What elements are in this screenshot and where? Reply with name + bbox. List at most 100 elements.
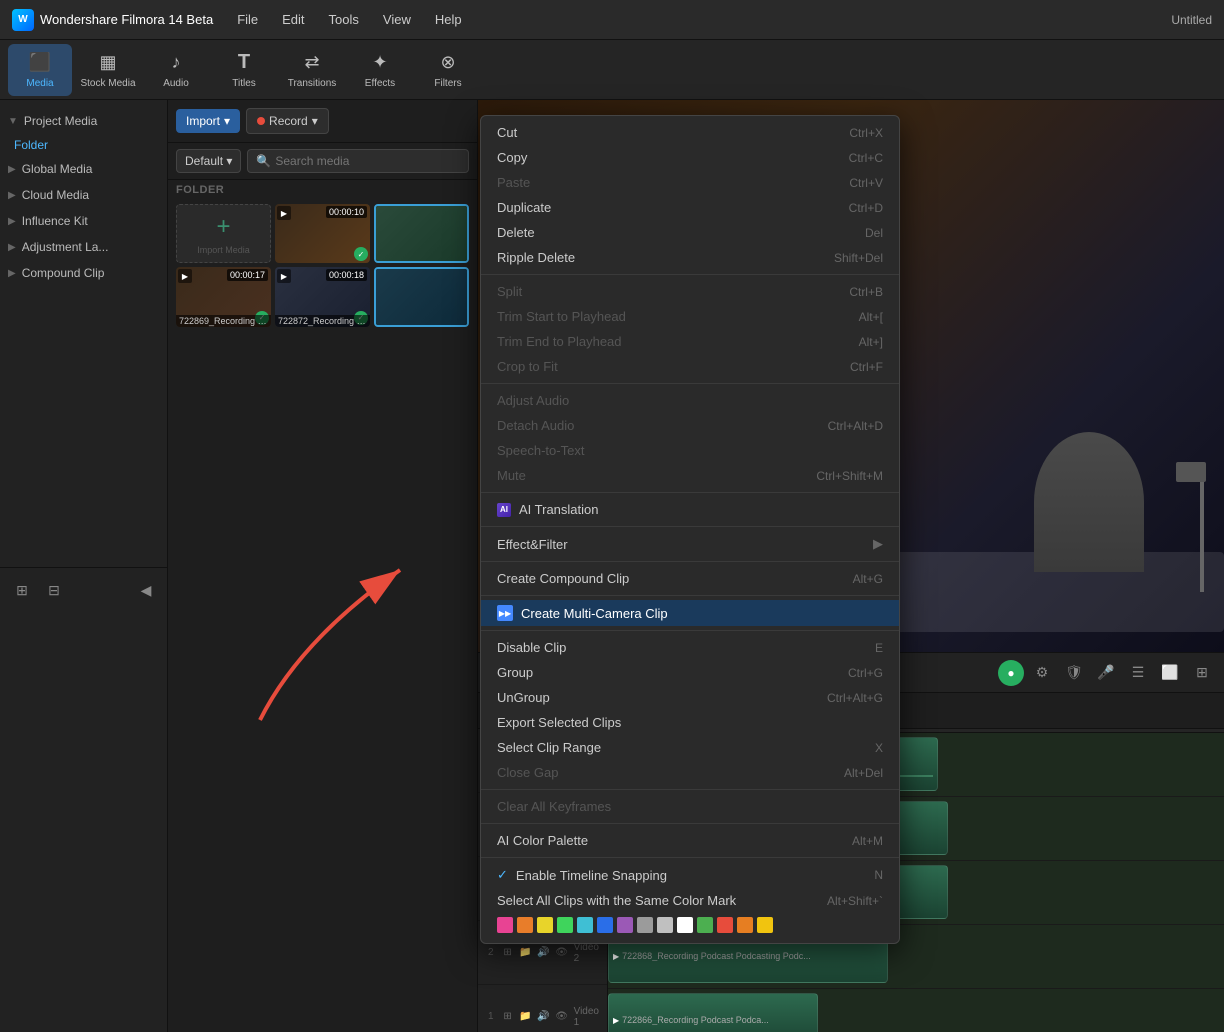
app-logo-icon: W (12, 9, 34, 31)
ctx-enable-snapping[interactable]: ✓ Enable Timeline Snapping N (481, 862, 899, 888)
ctx-ai-color-palette[interactable]: AI Color Palette Alt+M (481, 828, 899, 853)
color-dark-orange[interactable] (737, 917, 753, 933)
ctx-adjust-audio-label: Adjust Audio (497, 393, 569, 408)
playback-btn[interactable]: ● (998, 660, 1024, 686)
ctx-sep3 (481, 492, 899, 493)
ctx-select-range[interactable]: Select Clip Range X (481, 735, 899, 760)
settings-btn[interactable]: ⚙ (1028, 659, 1056, 687)
track-hide-icon-1[interactable]: 👁 (554, 1009, 570, 1025)
ctx-disable-clip[interactable]: Disable Clip E (481, 635, 899, 660)
toolbar-audio[interactable]: ♪ Audio (144, 44, 208, 96)
menu-view[interactable]: View (379, 10, 415, 29)
media-item-clip3[interactable]: 00:00:17 ✓ ▶ 722869_Recording Po... (176, 267, 271, 326)
track-mute-icon-2[interactable]: 🔊 (536, 945, 552, 961)
sidebar-folder-active[interactable]: Folder (0, 134, 167, 156)
ctx-select-same-color[interactable]: Select All Clips with the Same Color Mar… (481, 888, 899, 913)
ctx-effect-filter[interactable]: Effect&Filter ▶ (481, 531, 899, 557)
toolbar-stock-media[interactable]: ▦ Stock Media (76, 44, 140, 96)
track-mute-icon-1[interactable]: 🔊 (536, 1009, 552, 1025)
sidebar-item-compound-clip[interactable]: ▶ Compound Clip (0, 260, 167, 286)
ctx-trim-end-shortcut: Alt+] (859, 335, 883, 349)
color-blue[interactable] (597, 917, 613, 933)
sidebar-collapse-btn[interactable]: ◀ (132, 576, 160, 604)
clip-v1[interactable]: ▶ 722866_Recording Podcast Podca... (608, 993, 818, 1032)
ctx-mute: Mute Ctrl+Shift+M (481, 463, 899, 488)
search-box[interactable]: 🔍 (247, 149, 469, 173)
default-select[interactable]: Default ▾ (176, 149, 241, 173)
mic-btn[interactable]: 🎤 (1092, 659, 1120, 687)
search-input[interactable] (275, 154, 460, 168)
expand-icon: ▼ (8, 116, 18, 127)
media-item-clip4[interactable]: 00:00:18 ✓ ▶ 722872_Recording Po... (275, 267, 370, 326)
color-white[interactable] (677, 917, 693, 933)
color-silver[interactable] (657, 917, 673, 933)
ctx-delete[interactable]: Delete Del (481, 220, 899, 245)
menu-edit[interactable]: Edit (278, 10, 308, 29)
ctx-disable-clip-shortcut: E (875, 641, 883, 655)
color-yellow[interactable] (537, 917, 553, 933)
track-add-icon-2[interactable]: ⊞ (500, 945, 516, 961)
ctx-create-multicam[interactable]: ▶▶ Create Multi-Camera Clip (481, 600, 899, 626)
import-button[interactable]: Import ▾ (176, 109, 240, 133)
ctx-duplicate[interactable]: Duplicate Ctrl+D (481, 195, 899, 220)
shield-btn[interactable]: 🛡 (1060, 659, 1088, 687)
clip3-type-icon: ▶ (178, 269, 192, 283)
sidebar-item-cloud-media[interactable]: ▶ Cloud Media (0, 182, 167, 208)
ctx-ai-color-palette-label: AI Color Palette (497, 833, 588, 848)
media-item-clip2-partial[interactable] (374, 204, 469, 263)
toolbar-media[interactable]: ⬛ Media (8, 44, 72, 96)
ctx-create-compound[interactable]: Create Compound Clip Alt+G (481, 566, 899, 591)
ctx-copy[interactable]: Copy Ctrl+C (481, 145, 899, 170)
ctx-split-label: Split (497, 284, 522, 299)
ctx-clear-keyframes: Clear All Keyframes (481, 794, 899, 819)
ctx-ai-translation[interactable]: AI AI Translation (481, 497, 899, 522)
sidebar-bottom-btn2[interactable]: ⊟ (40, 576, 68, 604)
ctx-ungroup[interactable]: UnGroup Ctrl+Alt+G (481, 685, 899, 710)
color-purple[interactable] (617, 917, 633, 933)
media-filters: Default ▾ 🔍 (168, 143, 477, 180)
screen-rec-btn[interactable]: ⬜ (1156, 659, 1184, 687)
track-folder-icon-2[interactable]: 📁 (518, 945, 534, 961)
track-hide-icon-2[interactable]: 👁 (554, 945, 570, 961)
menu-file[interactable]: File (233, 10, 262, 29)
toolbar-titles[interactable]: T Titles (212, 44, 276, 96)
color-gray[interactable] (637, 917, 653, 933)
more-btn[interactable]: ⊞ (1188, 659, 1216, 687)
record-button[interactable]: Record ▾ (246, 108, 329, 134)
media-panel-toolbar: Import ▾ Record ▾ (168, 100, 477, 143)
menu-help[interactable]: Help (431, 10, 466, 29)
ctx-ripple-delete[interactable]: Ripple Delete Shift+Del (481, 245, 899, 270)
camera-head1 (1176, 462, 1206, 482)
color-gold[interactable] (757, 917, 773, 933)
ctx-export-selected[interactable]: Export Selected Clips (481, 710, 899, 735)
color-cyan[interactable] (577, 917, 593, 933)
sidebar-item-global-media[interactable]: ▶ Global Media (0, 156, 167, 182)
track-folder-icon-1[interactable]: 📁 (518, 1009, 534, 1025)
ctx-sep9 (481, 823, 899, 824)
sidebar-bottom-btn1[interactable]: ⊞ (8, 576, 36, 604)
toolbar-transitions[interactable]: ⇄ Transitions (280, 44, 344, 96)
clip-v2-text: 722868_Recording Podcast Podcasting Podc… (622, 951, 811, 961)
track-add-icon-1[interactable]: ⊞ (500, 1009, 516, 1025)
subtitle-btn[interactable]: ☰ (1124, 659, 1152, 687)
media-item-clip5[interactable] (374, 267, 469, 326)
sidebar-item-adjustment[interactable]: ▶ Adjustment La... (0, 234, 167, 260)
sidebar-item-project-media[interactable]: ▼ Project Media (0, 108, 167, 134)
chevron-icon-4: ▶ (8, 242, 16, 253)
media-item-clip1[interactable]: 00:00:10 ✓ ▶ (275, 204, 370, 263)
sidebar-item-influence-kit[interactable]: ▶ Influence Kit (0, 208, 167, 234)
import-media-tile[interactable]: + Import Media (176, 204, 271, 263)
color-orange[interactable] (517, 917, 533, 933)
color-green[interactable] (557, 917, 573, 933)
ctx-group[interactable]: Group Ctrl+G (481, 660, 899, 685)
color-red[interactable] (717, 917, 733, 933)
effects-label: Effects (365, 78, 395, 89)
clip4-duration: 00:00:18 (326, 269, 367, 281)
color-lime[interactable] (697, 917, 713, 933)
toolbar-filters[interactable]: ⊗ Filters (416, 44, 480, 96)
ctx-cut[interactable]: Cut Ctrl+X (481, 120, 899, 145)
plus-icon: + (216, 213, 230, 241)
color-pink[interactable] (497, 917, 513, 933)
toolbar-effects[interactable]: ✦ Effects (348, 44, 412, 96)
menu-tools[interactable]: Tools (325, 10, 363, 29)
